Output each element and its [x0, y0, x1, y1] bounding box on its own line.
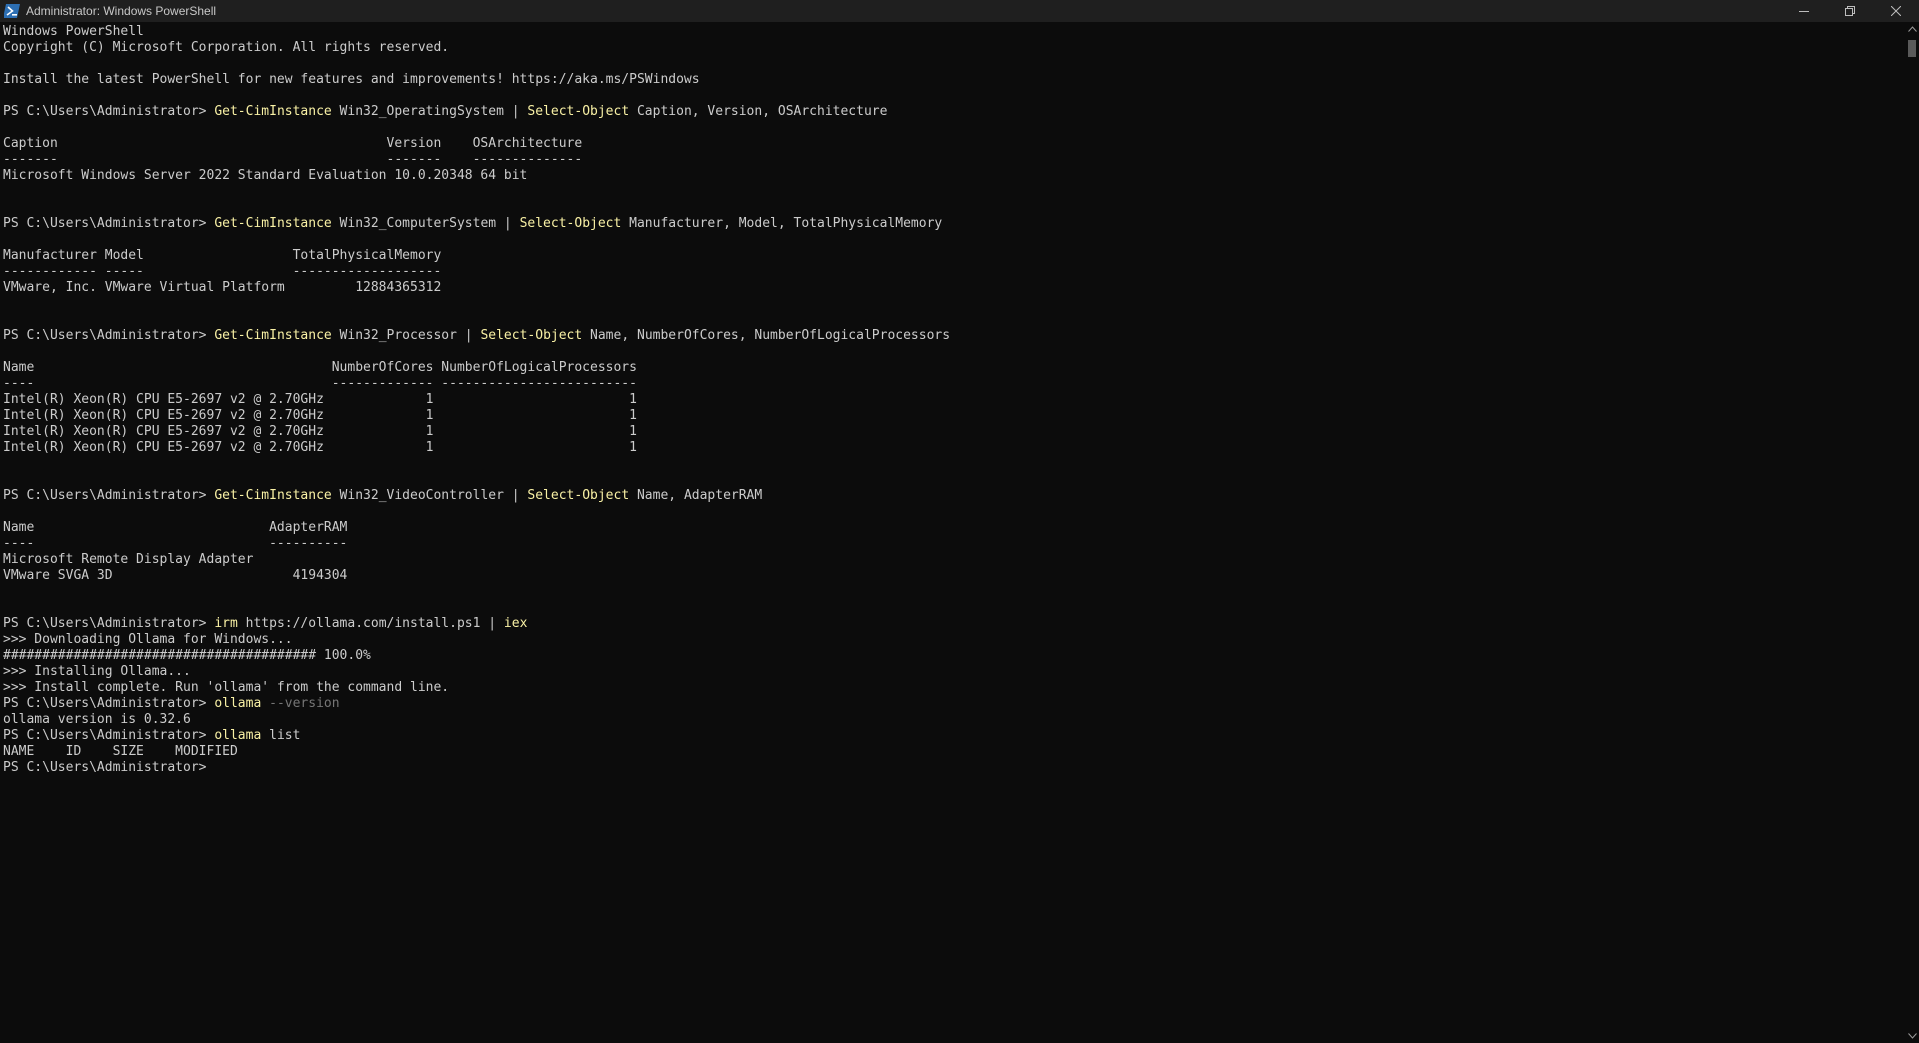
- window-controls: [1781, 0, 1919, 22]
- command-name: Get-CimInstance: [214, 328, 332, 343]
- prompt-text: PS C:\Users\Administrator>: [3, 488, 215, 503]
- output-line: Name AdapterRAM: [3, 520, 348, 535]
- restore-icon: [1845, 6, 1855, 16]
- prompt-text: PS C:\Users\Administrator>: [3, 760, 215, 775]
- scroll-up-button[interactable]: [1905, 22, 1919, 36]
- console-text[interactable]: Windows PowerShell Copyright (C) Microsof…: [0, 22, 1905, 776]
- chevron-up-icon: [1907, 26, 1917, 32]
- close-icon: [1891, 6, 1901, 16]
- chevron-down-icon: [1907, 1033, 1917, 1039]
- output-line: Intel(R) Xeon(R) CPU E5-2697 v2 @ 2.70GH…: [3, 440, 637, 455]
- vertical-scrollbar[interactable]: [1905, 22, 1919, 1043]
- console-output[interactable]: Windows PowerShell Copyright (C) Microsof…: [0, 22, 1905, 1043]
- prompt-text: PS C:\Users\Administrator>: [3, 696, 215, 711]
- prompt-line: PS C:\Users\Administrator> Get-CimInstan…: [3, 104, 1905, 120]
- command-argument: Name, AdapterRAM: [629, 488, 763, 503]
- close-button[interactable]: [1873, 0, 1919, 22]
- prompt-text: PS C:\Users\Administrator>: [3, 104, 215, 119]
- command-argument: Manufacturer, Model, TotalPhysicalMemory: [621, 216, 943, 231]
- command-name: Get-CimInstance: [214, 488, 332, 503]
- powershell-icon: [4, 3, 20, 19]
- command-argument: Name, NumberOfCores, NumberOfLogicalProc…: [582, 328, 951, 343]
- prompt-line: PS C:\Users\Administrator> Get-CimInstan…: [3, 488, 1905, 504]
- prompt-text: PS C:\Users\Administrator>: [3, 216, 215, 231]
- output-line: >>> Installing Ollama...: [3, 664, 191, 679]
- output-line: Intel(R) Xeon(R) CPU E5-2697 v2 @ 2.70GH…: [3, 424, 637, 439]
- prompt-text: PS C:\Users\Administrator>: [3, 616, 215, 631]
- output-line: VMware, Inc. VMware Virtual Platform 128…: [3, 280, 442, 295]
- command-argument: Caption, Version, OSArchitecture: [629, 104, 888, 119]
- scroll-down-button[interactable]: [1905, 1029, 1919, 1043]
- window-title: Administrator: Windows PowerShell: [26, 4, 217, 18]
- output-line: VMware SVGA 3D 4194304: [3, 568, 348, 583]
- command-argument: Win32_Processor |: [331, 328, 481, 343]
- output-line: NAME ID SIZE MODIFIED: [3, 744, 238, 759]
- output-line: Caption Version OSArchitecture: [3, 136, 583, 151]
- output-line: Manufacturer Model TotalPhysicalMemory: [3, 248, 442, 263]
- output-line: Copyright (C) Microsoft Corporation. All…: [3, 40, 450, 55]
- output-line: ---- ----------: [3, 536, 348, 551]
- minimize-button[interactable]: [1781, 0, 1827, 22]
- output-line: Microsoft Remote Display Adapter: [3, 552, 254, 567]
- prompt-line: PS C:\Users\Administrator> Get-CimInstan…: [3, 328, 1905, 344]
- prompt-line: PS C:\Users\Administrator> irm https://o…: [3, 616, 1905, 632]
- restore-button[interactable]: [1827, 0, 1873, 22]
- output-line: >>> Downloading Ollama for Windows...: [3, 632, 293, 647]
- command-name: iex: [503, 616, 528, 631]
- command-name: Get-CimInstance: [214, 216, 332, 231]
- output-line: ---- ------------- ---------------------…: [3, 376, 637, 391]
- prompt-line: PS C:\Users\Administrator> ollama list: [3, 728, 1905, 744]
- command-name: ollama: [214, 696, 262, 711]
- output-line: Microsoft Windows Server 2022 Standard E…: [3, 168, 528, 183]
- output-line: >>> Install complete. Run 'ollama' from …: [3, 680, 450, 695]
- scroll-thumb[interactable]: [1908, 40, 1916, 57]
- command-argument: Win32_ComputerSystem |: [331, 216, 520, 231]
- command-name: Select-Object: [480, 328, 583, 343]
- command-name: ollama: [214, 728, 262, 743]
- output-line: ------- ------- --------------: [3, 152, 583, 167]
- prompt-line: PS C:\Users\Administrator>: [3, 760, 1905, 776]
- command-argument: https://ollama.com/install.ps1 |: [237, 616, 504, 631]
- command-name: Get-CimInstance: [214, 104, 332, 119]
- command-name: Select-Object: [527, 488, 630, 503]
- command-name: Select-Object: [519, 216, 622, 231]
- minimize-icon: [1799, 11, 1809, 12]
- prompt-text: PS C:\Users\Administrator>: [3, 728, 215, 743]
- output-line: Intel(R) Xeon(R) CPU E5-2697 v2 @ 2.70GH…: [3, 392, 637, 407]
- command-name: irm: [214, 616, 238, 631]
- output-line: Install the latest PowerShell for new fe…: [3, 72, 700, 87]
- output-line: ------------ ----- -------------------: [3, 264, 442, 279]
- command-argument: Win32_OperatingSystem |: [331, 104, 528, 119]
- command-argument: Win32_VideoController |: [331, 488, 528, 503]
- prompt-text: PS C:\Users\Administrator>: [3, 328, 215, 343]
- prompt-line: PS C:\Users\Administrator> ollama --vers…: [3, 696, 1905, 712]
- output-line: Windows PowerShell: [3, 24, 144, 39]
- command-name: Select-Object: [527, 104, 630, 119]
- output-line: ########################################…: [3, 648, 371, 663]
- output-line: Name NumberOfCores NumberOfLogicalProces…: [3, 360, 637, 375]
- output-line: ollama version is 0.32.6: [3, 712, 191, 727]
- command-argument: list: [261, 728, 301, 743]
- command-parameter: --version: [261, 696, 340, 711]
- title-bar[interactable]: Administrator: Windows PowerShell: [0, 0, 1919, 22]
- output-line: Intel(R) Xeon(R) CPU E5-2697 v2 @ 2.70GH…: [3, 408, 637, 423]
- prompt-line: PS C:\Users\Administrator> Get-CimInstan…: [3, 216, 1905, 232]
